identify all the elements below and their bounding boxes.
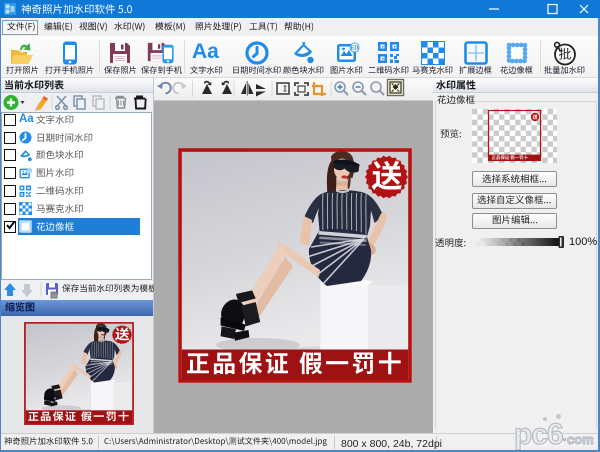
svg-text:ED: ED: [351, 46, 359, 52]
